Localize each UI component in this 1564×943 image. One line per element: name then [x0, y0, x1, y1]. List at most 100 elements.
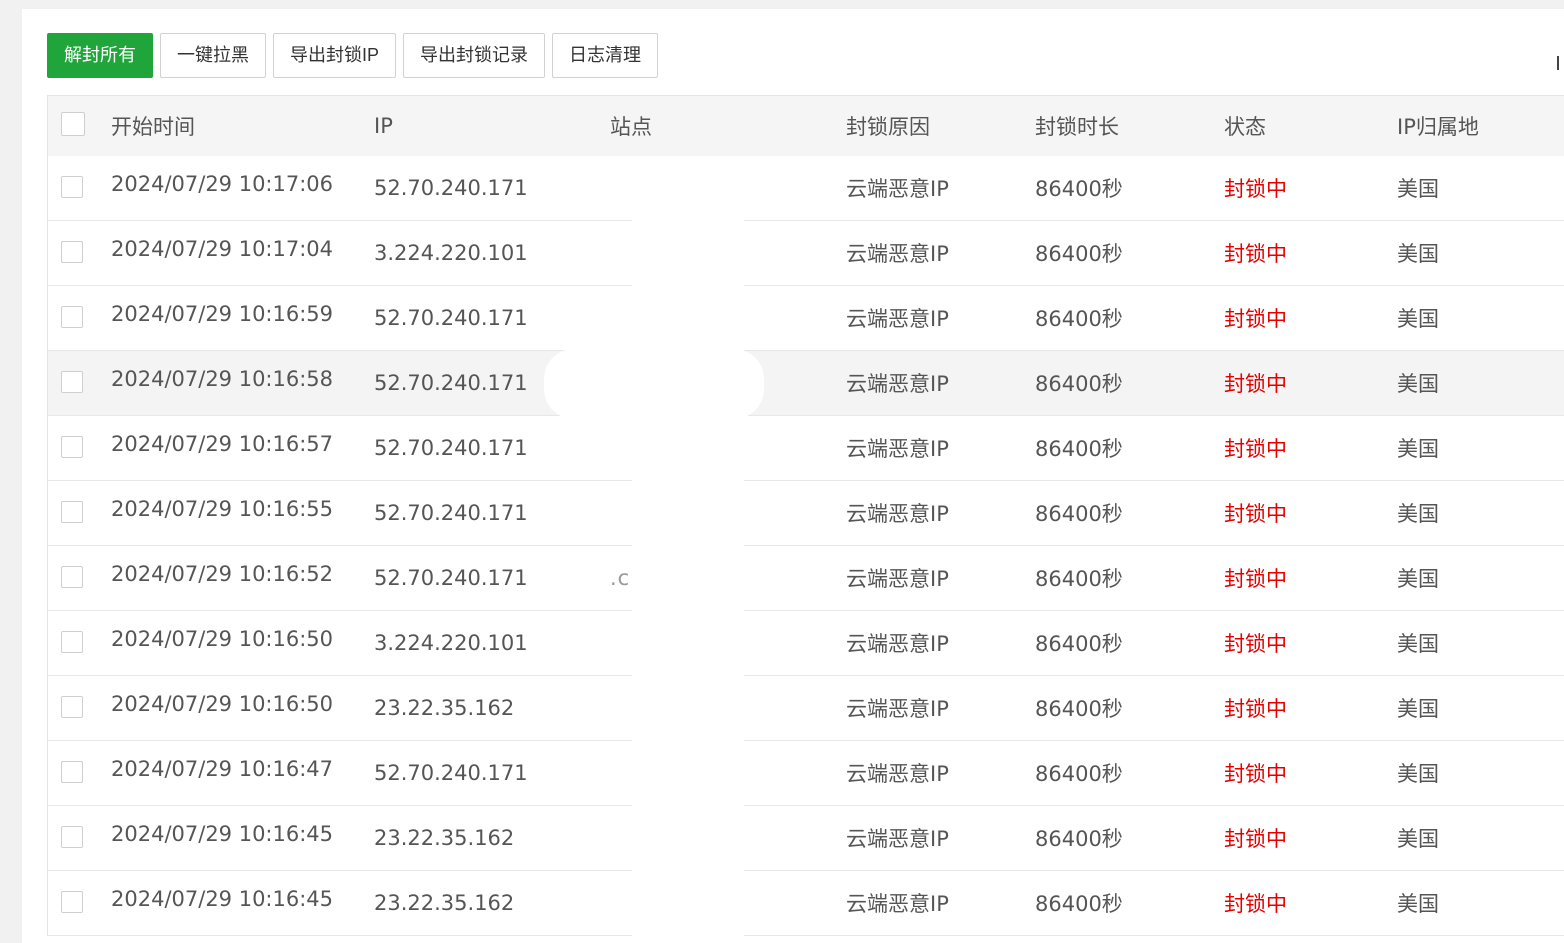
- table-row[interactable]: 2024/07/29 10:16:45 23.22.35.162 云端恶意IP 864…: [48, 870, 1564, 936]
- row-start-time: 2024/07/29 10:16:58: [111, 367, 334, 391]
- row-checkbox[interactable]: [61, 631, 83, 653]
- table-row[interactable]: 2024/07/29 10:16:5852.70.240.171.cn云端恶意I…: [48, 350, 1564, 416]
- export-blocked-ip-button[interactable]: 导出封锁IP: [273, 33, 397, 78]
- row-checkbox[interactable]: [61, 696, 83, 718]
- row-start-time: 2024/07/29 10:16:45: [111, 887, 334, 911]
- row-start-time: 2024/07/29 10:17:04: [111, 237, 334, 261]
- row-checkbox[interactable]: [61, 306, 83, 328]
- column-header-duration[interactable]: 封锁时长: [1035, 95, 1224, 156]
- row-ip-location: 美国: [1397, 372, 1439, 396]
- row-select-cell: [48, 676, 111, 741]
- row-status: 封锁中: [1224, 611, 1397, 676]
- row-start-time: 2024/07/29 10:17:06: [111, 171, 334, 196]
- row-reason: 云端恶意IP: [846, 437, 949, 461]
- row-reason: 云端恶意IP: [846, 892, 949, 916]
- row-start-time: 2024/07/29 10:16:45: [111, 822, 334, 846]
- row-checkbox[interactable]: [61, 436, 83, 458]
- row-checkbox[interactable]: [61, 826, 83, 848]
- row-ip: 52.70.240.171: [374, 501, 528, 525]
- row-select-cell: [48, 611, 111, 676]
- row-checkbox[interactable]: [61, 761, 83, 783]
- site-column-redaction-blob: [544, 349, 764, 419]
- table-row[interactable]: 2024/07/29 10:17:04 3.224.220.101 云端恶意IP 86…: [48, 220, 1564, 286]
- row-reason: 云端恶意IP: [846, 567, 949, 591]
- status-badge: 封锁中: [1224, 697, 1287, 721]
- table-row[interactable]: 2024/07/29 10:16:47 52.70.240.171 云端恶意IP 86…: [48, 740, 1564, 806]
- cutoff-control[interactable]: [1557, 56, 1559, 70]
- status-badge: 封锁中: [1224, 892, 1287, 916]
- row-ip: 52.70.240.171: [374, 761, 528, 785]
- status-badge: 封锁中: [1224, 827, 1287, 851]
- row-ip: 3.224.220.101: [374, 241, 528, 265]
- table-row[interactable]: 2024/07/29 10:16:50 23.22.35.162 云端恶意IP 864…: [48, 675, 1564, 741]
- row-start-time: 2024/07/29 10:16:50: [111, 692, 334, 716]
- site-column-redaction: [632, 174, 744, 943]
- row-select-cell: [48, 741, 111, 806]
- row-status: 封锁中: [1224, 416, 1397, 481]
- table-row[interactable]: 2024/07/29 10:17:06 52.70.240.171 云端恶意IP 86…: [48, 155, 1564, 221]
- row-duration: 86400秒: [1035, 372, 1123, 396]
- status-badge: 封锁中: [1224, 632, 1287, 656]
- row-checkbox[interactable]: [61, 175, 83, 198]
- row-ip-location: 美国: [1397, 437, 1439, 461]
- toolbar: 解封所有 一键拉黑 导出封锁IP 导出封锁记录 日志清理: [47, 33, 659, 78]
- export-block-records-button[interactable]: 导出封锁记录: [403, 33, 546, 78]
- row-reason: 云端恶意IP: [846, 176, 949, 201]
- column-header-ip[interactable]: IP: [374, 95, 610, 156]
- row-reason: 云端恶意IP: [846, 762, 949, 786]
- row-status: 封锁中: [1224, 806, 1397, 871]
- row-duration: 86400秒: [1035, 176, 1123, 201]
- status-badge: 封锁中: [1224, 372, 1287, 396]
- table-row[interactable]: 2024/07/29 10:16:45 23.22.35.162 云端恶意IP 864…: [48, 805, 1564, 871]
- one-click-blacklist-button[interactable]: 一键拉黑: [160, 33, 266, 78]
- row-duration: 86400秒: [1035, 632, 1123, 656]
- row-reason: 云端恶意IP: [846, 307, 949, 331]
- row-ip-location: 美国: [1397, 307, 1439, 331]
- row-duration: 86400秒: [1035, 502, 1123, 526]
- row-ip: 52.70.240.171: [374, 306, 528, 330]
- clean-logs-button[interactable]: 日志清理: [552, 33, 659, 78]
- row-start-time: 2024/07/29 10:16:57: [111, 432, 334, 456]
- status-badge: 封锁中: [1224, 242, 1287, 266]
- row-ip-location: 美国: [1397, 567, 1439, 591]
- row-duration: 86400秒: [1035, 762, 1123, 786]
- select-all-cell: [48, 95, 111, 156]
- table-row[interactable]: 2024/07/29 10:16:50 3.224.220.101 云端恶意IP 86…: [48, 610, 1564, 676]
- row-reason: 云端恶意IP: [846, 697, 949, 721]
- row-ip: 52.70.240.171: [374, 175, 528, 200]
- row-checkbox[interactable]: [61, 891, 83, 913]
- main-panel: 解封所有 一键拉黑 导出封锁IP 导出封锁记录 日志清理 开始时间 IP 站点 …: [22, 9, 1564, 943]
- column-header-reason[interactable]: 封锁原因: [846, 95, 1035, 156]
- row-checkbox[interactable]: [61, 371, 83, 393]
- select-all-checkbox[interactable]: [61, 111, 85, 136]
- table-row[interactable]: 2024/07/29 10:16:52 52.70.240.171 .cn 云端恶意I…: [48, 545, 1564, 611]
- row-ip-location: 美国: [1397, 242, 1439, 266]
- row-reason: 云端恶意IP: [846, 502, 949, 526]
- row-status: 封锁中: [1224, 156, 1397, 221]
- row-reason: 云端恶意IP: [846, 827, 949, 851]
- row-status: 封锁中: [1224, 676, 1397, 741]
- column-header-ip-location[interactable]: IP归属地: [1397, 95, 1564, 156]
- row-ip: 52.70.240.171: [374, 436, 528, 460]
- column-header-status[interactable]: 状态: [1224, 95, 1397, 156]
- table-row[interactable]: 2024/07/29 10:16:57 52.70.240.171 云端恶意IP 86…: [48, 415, 1564, 481]
- status-badge: 封锁中: [1224, 176, 1287, 201]
- row-status: 封锁中: [1224, 286, 1397, 351]
- row-checkbox[interactable]: [61, 566, 83, 588]
- row-duration: 86400秒: [1035, 697, 1123, 721]
- status-badge: 封锁中: [1224, 307, 1287, 331]
- table-row[interactable]: 2024/07/29 10:16:55 52.70.240.171 云端恶意IP 86…: [48, 480, 1564, 546]
- row-checkbox[interactable]: [61, 241, 83, 263]
- status-badge: 封锁中: [1224, 567, 1287, 591]
- block-records-table: 开始时间 IP 站点 封锁原因 封锁时长 状态 IP归属地 2024/07/29…: [47, 95, 1564, 936]
- table-row[interactable]: 2024/07/29 10:16:59 52.70.240.171 云端恶意IP 86…: [48, 285, 1564, 351]
- column-header-start-time[interactable]: 开始时间: [111, 95, 374, 156]
- row-status: 封锁中: [1224, 481, 1397, 546]
- row-select-cell: [48, 871, 111, 936]
- row-checkbox[interactable]: [61, 501, 83, 523]
- column-header-site[interactable]: 站点: [610, 95, 846, 156]
- row-ip-location: 美国: [1397, 697, 1439, 721]
- row-start-time: 2024/07/29 10:16:50: [111, 627, 334, 651]
- unblock-all-button[interactable]: 解封所有: [47, 33, 153, 78]
- row-ip: 23.22.35.162: [374, 826, 515, 850]
